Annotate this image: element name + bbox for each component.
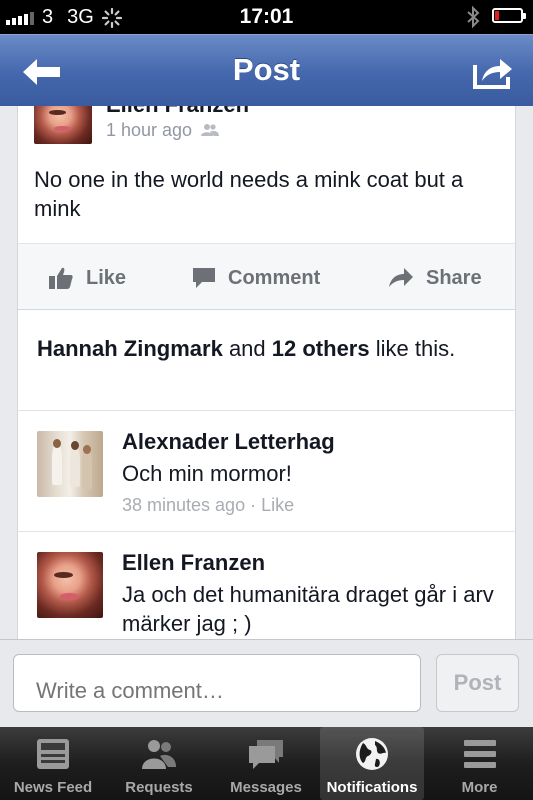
tab-bar: News Feed Requests Messages Notification… [0,727,533,800]
navigation-bar: Post [0,34,533,106]
requests-icon [142,740,176,769]
tab-news-feed[interactable]: News Feed [0,727,106,800]
post-time: 1 hour ago [106,120,220,141]
like-button[interactable]: Like [48,265,126,291]
messages-icon [249,740,283,769]
comment-meta: 38 minutes ago · Like [122,495,295,515]
news-feed-icon [37,739,69,769]
share-button[interactable]: Share [388,265,482,291]
post-actions: Like Comment Share [17,243,516,310]
tab-more[interactable]: More [426,727,533,800]
commenter-avatar[interactable] [37,552,103,618]
page-title: Post [232,52,301,87]
comment-bubble-icon [193,268,215,288]
comment-item: Ellen Franzen Ja och det humanitära drag… [17,532,516,639]
tab-requests[interactable]: Requests [106,727,212,800]
status-bar: 3 3G 17:01 [0,0,533,34]
comment-text: Ja och det humanitära draget går i arv m… [122,582,494,636]
friends-privacy-icon [201,124,220,136]
comment-author[interactable]: Alexnader Letterhag [122,429,335,455]
comment-item: Alexnader Letterhag Och min mormor! 38 m… [17,411,516,532]
post-card: Ellen Franzen 1 hour ago No one in the w… [17,106,516,243]
author-avatar[interactable] [34,106,92,144]
comment-button[interactable]: Comment [192,265,320,291]
comment-author[interactable]: Ellen Franzen [122,550,265,576]
comment-time: 38 minutes ago [122,495,246,515]
status-clock: 17:01 [239,5,294,28]
others-count[interactable]: 12 others [272,336,370,361]
tab-notifications[interactable]: Notifications [320,727,424,800]
comment-text: Och min mormor! [122,461,292,486]
commenter-avatar[interactable] [37,431,103,497]
globe-icon [356,738,388,770]
comment-input[interactable] [13,654,421,712]
menu-icon [463,740,496,768]
tab-messages[interactable]: Messages [212,727,320,800]
likes-summary[interactable]: Hannah Zingmark and 12 others like this. [17,310,516,411]
bluetooth-icon [467,5,480,29]
share-icon[interactable] [470,53,514,91]
post-comment-button[interactable]: Post [436,654,519,712]
comment-composer: Post [0,639,533,728]
battery-icon [492,8,526,23]
comment-like-link[interactable]: Like [261,495,294,515]
post-author[interactable]: Ellen Franzen [106,106,249,118]
liker-name[interactable]: Hannah Zingmark [37,336,223,361]
post-text: No one in the world needs a mink coat bu… [34,167,464,221]
share-arrow-icon [389,268,413,287]
thumbs-up-icon [49,267,73,289]
post-content[interactable]: Ellen Franzen 1 hour ago No one in the w… [0,106,533,639]
